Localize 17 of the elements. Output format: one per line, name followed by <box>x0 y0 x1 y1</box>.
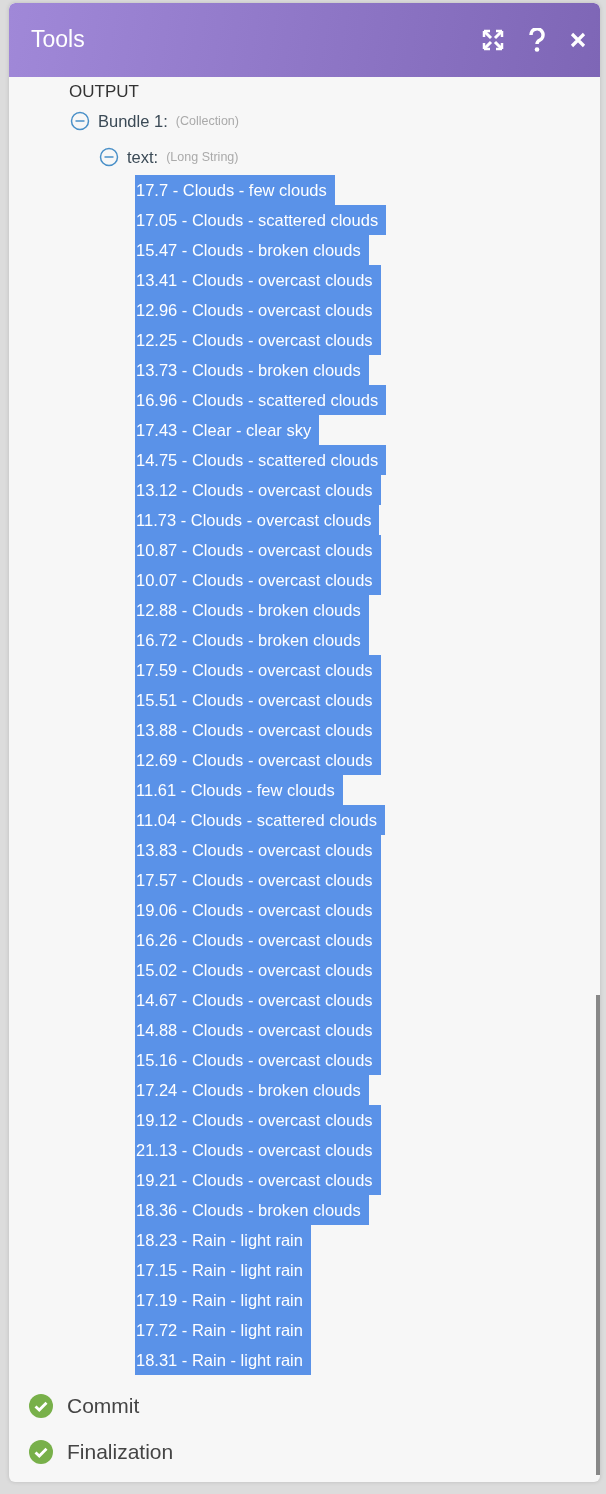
close-icon <box>570 32 586 48</box>
window-title: Tools <box>31 26 85 54</box>
step-label: Finalization <box>67 1439 174 1466</box>
help-button[interactable] <box>528 28 546 52</box>
collapse-icon[interactable] <box>70 111 90 131</box>
output-heading: OUTPUT <box>69 81 140 103</box>
collapse-icon[interactable] <box>99 147 119 167</box>
help-icon <box>528 28 546 52</box>
step-label: Commit <box>67 1393 140 1420</box>
expand-icon <box>482 29 504 51</box>
scrollbar[interactable] <box>596 995 600 1475</box>
node-label: Bundle 1: <box>98 110 168 132</box>
expand-button[interactable] <box>482 29 504 51</box>
type-label: (Collection) <box>175 112 239 130</box>
node-label: text: <box>127 146 159 168</box>
close-button[interactable] <box>570 32 586 48</box>
type-label: (Long String) <box>166 148 239 166</box>
